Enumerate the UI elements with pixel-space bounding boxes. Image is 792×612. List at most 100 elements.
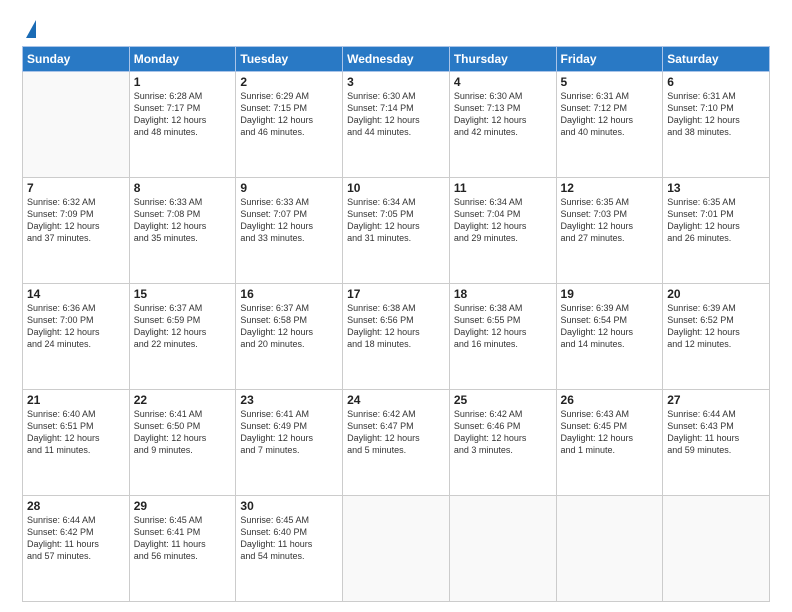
day-number: 17 [347, 287, 445, 301]
day-number: 8 [134, 181, 232, 195]
day-info: Sunrise: 6:44 AMSunset: 6:42 PMDaylight:… [27, 514, 125, 563]
day-number: 12 [561, 181, 659, 195]
day-info: Sunrise: 6:45 AMSunset: 6:40 PMDaylight:… [240, 514, 338, 563]
day-info: Sunrise: 6:35 AMSunset: 7:01 PMDaylight:… [667, 196, 765, 245]
calendar-cell: 24Sunrise: 6:42 AMSunset: 6:47 PMDayligh… [343, 390, 450, 496]
day-info: Sunrise: 6:32 AMSunset: 7:09 PMDaylight:… [27, 196, 125, 245]
weekday-header-sunday: Sunday [23, 47, 130, 72]
calendar-cell: 16Sunrise: 6:37 AMSunset: 6:58 PMDayligh… [236, 284, 343, 390]
day-number: 21 [27, 393, 125, 407]
calendar-cell: 10Sunrise: 6:34 AMSunset: 7:05 PMDayligh… [343, 178, 450, 284]
day-number: 15 [134, 287, 232, 301]
day-info: Sunrise: 6:34 AMSunset: 7:05 PMDaylight:… [347, 196, 445, 245]
day-number: 6 [667, 75, 765, 89]
day-info: Sunrise: 6:40 AMSunset: 6:51 PMDaylight:… [27, 408, 125, 457]
calendar-week-0: 1Sunrise: 6:28 AMSunset: 7:17 PMDaylight… [23, 72, 770, 178]
calendar-cell: 29Sunrise: 6:45 AMSunset: 6:41 PMDayligh… [129, 496, 236, 602]
day-info: Sunrise: 6:43 AMSunset: 6:45 PMDaylight:… [561, 408, 659, 457]
day-info: Sunrise: 6:28 AMSunset: 7:17 PMDaylight:… [134, 90, 232, 139]
page: SundayMondayTuesdayWednesdayThursdayFrid… [0, 0, 792, 612]
calendar-cell [449, 496, 556, 602]
calendar-cell: 30Sunrise: 6:45 AMSunset: 6:40 PMDayligh… [236, 496, 343, 602]
calendar-cell: 22Sunrise: 6:41 AMSunset: 6:50 PMDayligh… [129, 390, 236, 496]
weekday-header-wednesday: Wednesday [343, 47, 450, 72]
day-info: Sunrise: 6:38 AMSunset: 6:55 PMDaylight:… [454, 302, 552, 351]
weekday-header-thursday: Thursday [449, 47, 556, 72]
day-number: 25 [454, 393, 552, 407]
day-number: 27 [667, 393, 765, 407]
day-number: 16 [240, 287, 338, 301]
calendar-cell: 3Sunrise: 6:30 AMSunset: 7:14 PMDaylight… [343, 72, 450, 178]
calendar-cell: 26Sunrise: 6:43 AMSunset: 6:45 PMDayligh… [556, 390, 663, 496]
calendar-cell: 1Sunrise: 6:28 AMSunset: 7:17 PMDaylight… [129, 72, 236, 178]
calendar-cell: 11Sunrise: 6:34 AMSunset: 7:04 PMDayligh… [449, 178, 556, 284]
calendar-cell: 13Sunrise: 6:35 AMSunset: 7:01 PMDayligh… [663, 178, 770, 284]
calendar-week-1: 7Sunrise: 6:32 AMSunset: 7:09 PMDaylight… [23, 178, 770, 284]
calendar-cell: 21Sunrise: 6:40 AMSunset: 6:51 PMDayligh… [23, 390, 130, 496]
day-info: Sunrise: 6:39 AMSunset: 6:52 PMDaylight:… [667, 302, 765, 351]
calendar-cell: 14Sunrise: 6:36 AMSunset: 7:00 PMDayligh… [23, 284, 130, 390]
weekday-header-monday: Monday [129, 47, 236, 72]
day-info: Sunrise: 6:31 AMSunset: 7:10 PMDaylight:… [667, 90, 765, 139]
day-info: Sunrise: 6:33 AMSunset: 7:07 PMDaylight:… [240, 196, 338, 245]
day-number: 2 [240, 75, 338, 89]
calendar-week-4: 28Sunrise: 6:44 AMSunset: 6:42 PMDayligh… [23, 496, 770, 602]
calendar-cell: 12Sunrise: 6:35 AMSunset: 7:03 PMDayligh… [556, 178, 663, 284]
calendar-cell: 17Sunrise: 6:38 AMSunset: 6:56 PMDayligh… [343, 284, 450, 390]
day-info: Sunrise: 6:29 AMSunset: 7:15 PMDaylight:… [240, 90, 338, 139]
day-info: Sunrise: 6:37 AMSunset: 6:58 PMDaylight:… [240, 302, 338, 351]
calendar-week-3: 21Sunrise: 6:40 AMSunset: 6:51 PMDayligh… [23, 390, 770, 496]
day-info: Sunrise: 6:33 AMSunset: 7:08 PMDaylight:… [134, 196, 232, 245]
day-number: 29 [134, 499, 232, 513]
logo [22, 18, 36, 38]
day-number: 24 [347, 393, 445, 407]
day-info: Sunrise: 6:45 AMSunset: 6:41 PMDaylight:… [134, 514, 232, 563]
day-info: Sunrise: 6:30 AMSunset: 7:14 PMDaylight:… [347, 90, 445, 139]
day-info: Sunrise: 6:41 AMSunset: 6:50 PMDaylight:… [134, 408, 232, 457]
day-number: 19 [561, 287, 659, 301]
day-number: 23 [240, 393, 338, 407]
weekday-header-friday: Friday [556, 47, 663, 72]
calendar-cell: 6Sunrise: 6:31 AMSunset: 7:10 PMDaylight… [663, 72, 770, 178]
day-number: 4 [454, 75, 552, 89]
day-number: 1 [134, 75, 232, 89]
day-number: 22 [134, 393, 232, 407]
day-number: 14 [27, 287, 125, 301]
day-info: Sunrise: 6:41 AMSunset: 6:49 PMDaylight:… [240, 408, 338, 457]
calendar-table: SundayMondayTuesdayWednesdayThursdayFrid… [22, 46, 770, 602]
day-number: 11 [454, 181, 552, 195]
day-info: Sunrise: 6:42 AMSunset: 6:47 PMDaylight:… [347, 408, 445, 457]
day-number: 20 [667, 287, 765, 301]
day-number: 30 [240, 499, 338, 513]
calendar-cell: 2Sunrise: 6:29 AMSunset: 7:15 PMDaylight… [236, 72, 343, 178]
calendar-cell [23, 72, 130, 178]
calendar-cell [556, 496, 663, 602]
day-number: 5 [561, 75, 659, 89]
calendar-cell: 9Sunrise: 6:33 AMSunset: 7:07 PMDaylight… [236, 178, 343, 284]
day-info: Sunrise: 6:35 AMSunset: 7:03 PMDaylight:… [561, 196, 659, 245]
day-number: 13 [667, 181, 765, 195]
calendar-cell: 4Sunrise: 6:30 AMSunset: 7:13 PMDaylight… [449, 72, 556, 178]
day-number: 7 [27, 181, 125, 195]
day-info: Sunrise: 6:37 AMSunset: 6:59 PMDaylight:… [134, 302, 232, 351]
day-number: 10 [347, 181, 445, 195]
day-number: 28 [27, 499, 125, 513]
calendar-cell [343, 496, 450, 602]
day-info: Sunrise: 6:31 AMSunset: 7:12 PMDaylight:… [561, 90, 659, 139]
day-number: 18 [454, 287, 552, 301]
logo-triangle-icon [26, 20, 36, 38]
calendar-cell: 25Sunrise: 6:42 AMSunset: 6:46 PMDayligh… [449, 390, 556, 496]
calendar-cell: 20Sunrise: 6:39 AMSunset: 6:52 PMDayligh… [663, 284, 770, 390]
day-info: Sunrise: 6:38 AMSunset: 6:56 PMDaylight:… [347, 302, 445, 351]
weekday-header-row: SundayMondayTuesdayWednesdayThursdayFrid… [23, 47, 770, 72]
calendar-cell: 27Sunrise: 6:44 AMSunset: 6:43 PMDayligh… [663, 390, 770, 496]
weekday-header-tuesday: Tuesday [236, 47, 343, 72]
calendar-cell: 23Sunrise: 6:41 AMSunset: 6:49 PMDayligh… [236, 390, 343, 496]
weekday-header-saturday: Saturday [663, 47, 770, 72]
calendar-cell: 8Sunrise: 6:33 AMSunset: 7:08 PMDaylight… [129, 178, 236, 284]
header [22, 18, 770, 38]
calendar-cell: 28Sunrise: 6:44 AMSunset: 6:42 PMDayligh… [23, 496, 130, 602]
calendar-cell: 18Sunrise: 6:38 AMSunset: 6:55 PMDayligh… [449, 284, 556, 390]
day-number: 26 [561, 393, 659, 407]
day-number: 3 [347, 75, 445, 89]
